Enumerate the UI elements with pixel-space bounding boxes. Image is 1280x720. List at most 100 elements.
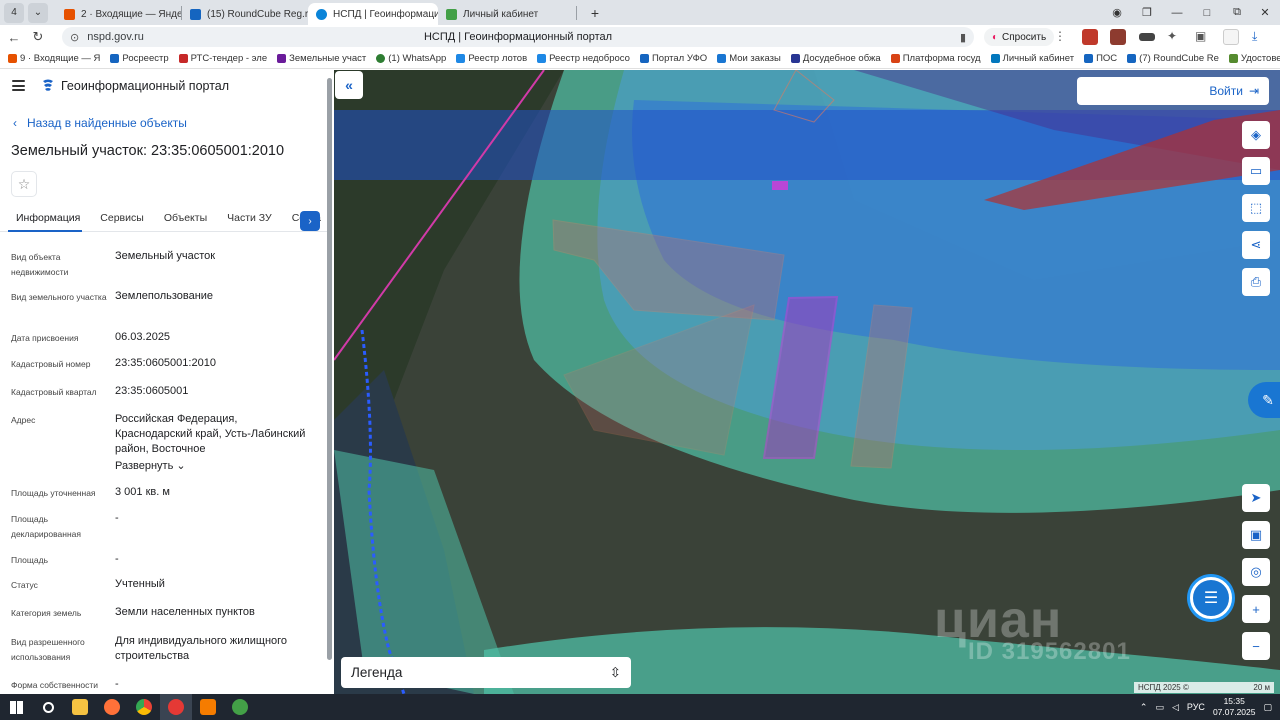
tab-information[interactable]: Информация [0,206,90,232]
bookmark-item[interactable]: Личный кабинет [990,53,1074,64]
chat-button[interactable]: ☰ [1190,577,1232,619]
profile-icon[interactable]: ◉ [1102,0,1132,25]
extension-icon-2[interactable] [1110,29,1126,45]
omnibox[interactable]: ⊙ nspd.gov.ru НСПД | Геоинформационный п… [62,27,974,47]
bookmark-item[interactable]: РТС-тендер - эле [178,53,267,64]
bookmark-item[interactable]: Платформа госуд [890,53,981,64]
side-panel-icon[interactable]: ▣ [1195,29,1211,45]
portal-logo-icon [43,79,53,91]
bookmark-item[interactable]: Реестр лотов [456,53,527,64]
bookmark-favicon-icon [178,54,188,63]
tab-search-icon[interactable]: ⌄ [28,2,48,23]
legend-dropdown[interactable]: Легенда ⇳ [341,657,631,688]
back-arrow-icon[interactable]: ← [2,25,26,49]
back-to-results-link[interactable]: ‹ Назад в найденные объекты [13,116,187,130]
bookmark-item[interactable]: Земельные участ [277,53,366,64]
download-icon[interactable]: ⤓ [1252,29,1268,45]
tray-chevron-icon[interactable]: ⌃ [1140,702,1148,713]
bookmark-item[interactable]: Досудебное обжа [790,53,881,64]
app-icon-green[interactable] [224,694,256,720]
search-location-button[interactable]: ◎ [1242,558,1270,586]
favorite-star-button[interactable]: ☆ [11,171,37,197]
print-button[interactable]: ⎙ [1242,268,1270,296]
extension-icon-3[interactable] [1139,33,1155,41]
extension-icon-1[interactable] [1082,29,1098,45]
reload-icon[interactable]: ↻ [26,25,50,49]
login-icon: ⇥ [1248,84,1259,98]
bookmark-item[interactable]: (7) RoundCube Re [1127,53,1219,64]
site-info-icon[interactable]: ⊙ [70,31,79,44]
extension-icon-4[interactable] [1223,29,1239,45]
app-icon-orange[interactable] [192,694,224,720]
menu-icon[interactable] [12,80,25,91]
close-window-icon[interactable]: ✕ [1250,0,1280,25]
bookmark-item[interactable]: (1) WhatsApp [376,53,446,64]
browser-tab-nspd[interactable]: НСПД | Геоинформаци ✕ [308,3,438,25]
extensions-puzzle-icon[interactable]: ✦ [1167,29,1183,45]
bookmark-icon[interactable]: ▮ [960,31,966,44]
new-tab-button[interactable]: + [585,3,605,23]
bookmark-item[interactable]: Росреестр [110,53,169,64]
zoom-out-button[interactable]: − [1242,632,1270,660]
tabs-next-button[interactable]: › [300,211,320,231]
navigation-arrow-icon: ➤ [1250,490,1262,505]
layers-button[interactable]: ◈ [1242,121,1270,149]
chrome-icon[interactable] [128,694,160,720]
select-area-button[interactable]: ⬚ [1242,194,1270,222]
measure-button[interactable]: ▭ [1242,157,1270,185]
expand-address-link[interactable]: Развернуть ⌄ [115,459,311,474]
collapse-panel-button[interactable]: « [335,71,363,99]
bookmark-item[interactable]: ПОС [1084,53,1117,64]
yandex-browser-icon[interactable] [160,694,192,720]
os-taskbar: ⌃ ▭ ◁ РУС 15:35 07.07.2025 ▢ [0,694,1280,720]
browser-tab-roundcube[interactable]: (15) RoundCube Reg.ru W [182,3,308,25]
minimap-icon: ▣ [1249,527,1263,542]
clock[interactable]: 15:35 07.07.2025 [1213,696,1256,718]
volume-icon[interactable]: ◁ [1172,702,1179,713]
zoom-in-button[interactable]: + [1242,595,1270,623]
chevron-right-icon: › [308,215,312,227]
attribute-value: Земли населенных пунктов [115,606,255,618]
file-explorer-icon[interactable] [64,694,96,720]
share-button[interactable]: ⋖ [1242,231,1270,259]
panel-scrollbar[interactable] [327,78,332,660]
minimap-button[interactable]: ▣ [1242,521,1270,549]
login-button[interactable]: Войти ⇥ [1077,77,1269,105]
ask-button[interactable]: ◐ Спросить [984,28,1055,46]
bookmark-item[interactable]: Реестр недобросо [537,53,630,64]
attribute-label: Вид разрешенного использования [11,637,85,662]
bookmark-item[interactable]: 9 · Входящие — Я [8,53,100,64]
search-icon[interactable] [32,694,64,720]
tab-count-badge[interactable]: 4 [4,2,24,23]
bookmark-favicon-icon [277,54,287,63]
tab-services[interactable]: Сервисы [90,206,154,231]
map-canvas[interactable] [334,70,1280,694]
tab-parts[interactable]: Части ЗУ [217,206,282,231]
attribute-label: Категория земель [11,608,82,618]
restore-icon[interactable]: ⧉ [1222,0,1252,25]
geolocate-button[interactable]: ➤ [1242,484,1270,512]
notifications-icon[interactable]: ▢ [1263,702,1272,713]
bookmark-item[interactable]: Мои заказы [717,53,781,64]
cabinet-icon [446,8,457,20]
browser-tab-mail[interactable]: 2 · Входящие — Яндекс Почта [56,3,181,25]
bookmark-favicon-icon [1084,54,1094,63]
maximize-icon[interactable]: □ [1192,0,1222,25]
bookmarks-bar: 9 · Входящие — Я Росреестр РТС-тендер - … [0,49,1280,69]
network-icon[interactable]: ▭ [1155,702,1164,713]
bookmark-item[interactable]: Портал УФО [639,53,707,64]
menu-dots-icon[interactable]: ⋮ [1052,29,1068,45]
bookmark-item[interactable]: Удостоверяющий [1228,53,1280,64]
minimize-icon[interactable]: — [1162,0,1192,25]
feedback-button[interactable]: ✎ [1248,382,1280,418]
language-indicator[interactable]: РУС [1187,702,1205,712]
bookmark-favicon-icon [990,54,1000,63]
browser-tab-cabinet[interactable]: Личный кабинет [438,3,576,25]
layers-icon: ◈ [1251,127,1261,142]
map-view[interactable]: циан ID 319562801 « Войти ⇥ ◈ ▭ ⬚ ⋖ ⎙ ✎ … [334,70,1280,694]
tab-objects[interactable]: Объекты [154,206,217,231]
windows-start-icon[interactable] [0,694,32,720]
bookmark-favicon-icon [8,54,17,63]
firefox-icon[interactable] [96,694,128,720]
tab-actions-icon[interactable]: ❐ [1132,0,1162,25]
